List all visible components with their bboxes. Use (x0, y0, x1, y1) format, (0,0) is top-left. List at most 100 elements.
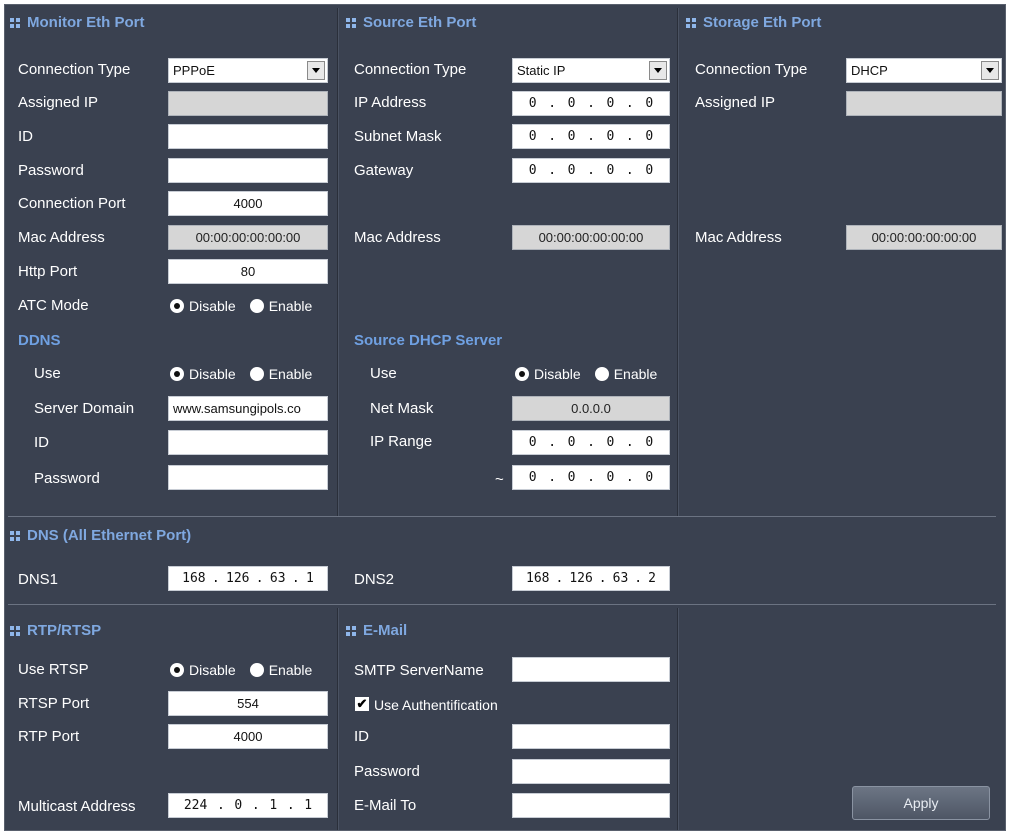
radio-icon[interactable] (249, 367, 264, 381)
source-eth-port-title: Source Eth Port (346, 14, 476, 31)
section-bullet-icon (686, 17, 696, 28)
rtsp-disable-option[interactable]: Disable (170, 662, 236, 678)
dhcp-ip-range-start-input[interactable]: 0.0.0.0 (512, 430, 670, 455)
rtsp-port-label: RTSP Port (18, 695, 90, 712)
use-authentication-label: Use Authentification (374, 697, 498, 713)
chevron-down-icon[interactable] (307, 61, 325, 80)
ddns-server-domain-label: Server Domain (34, 400, 135, 417)
chevron-down-icon[interactable] (981, 61, 999, 80)
storage-assigned-ip-field (846, 91, 1002, 116)
radio-icon[interactable] (594, 367, 609, 381)
section-bullet-icon (346, 17, 356, 28)
monitor-password-input[interactable] (168, 158, 328, 183)
monitor-connection-port-input[interactable]: 4000 (168, 191, 328, 216)
source-subnet-mask-label: Subnet Mask (354, 128, 442, 145)
apply-button[interactable]: Apply (852, 786, 990, 820)
rtsp-enable-option[interactable]: Enable (249, 662, 312, 678)
monitor-connection-type-select[interactable]: PPPoE (168, 58, 328, 83)
multicast-address-input[interactable]: 224. 0. 1. 1 (168, 793, 328, 818)
section-bullet-icon (10, 17, 20, 28)
radio-icon[interactable] (249, 663, 264, 677)
monitor-http-port-label: Http Port (18, 263, 78, 280)
monitor-mac-address-field: 00:00:00:00:00:00 (168, 225, 328, 250)
source-connection-type-label: Connection Type (354, 61, 467, 78)
monitor-assigned-ip-field (168, 91, 328, 116)
dhcp-ip-range-separator: ~ (495, 471, 504, 488)
use-rtsp-label: Use RTSP (18, 661, 89, 678)
storage-connection-type-select[interactable]: DHCP (846, 58, 1002, 83)
monitor-assigned-ip-label: Assigned IP (18, 94, 99, 111)
column-divider-3 (337, 608, 338, 830)
ddns-id-input[interactable] (168, 430, 328, 455)
ddns-password-input[interactable] (168, 465, 328, 490)
atc-mode-label: ATC Mode (18, 297, 89, 314)
dns1-label: DNS1 (18, 571, 59, 588)
ddns-id-label: ID (34, 434, 49, 451)
multicast-address-label: Multicast Address (18, 798, 136, 815)
dhcp-net-mask-field: 0.0.0.0 (512, 396, 670, 421)
monitor-eth-port-title: Monitor Eth Port (10, 14, 144, 31)
column-divider-2 (677, 8, 678, 516)
storage-connection-type-label: Connection Type (695, 61, 808, 78)
section-bullet-icon (10, 625, 20, 636)
rtp-port-label: RTP Port (18, 728, 80, 745)
dhcp-ip-range-label: IP Range (370, 433, 433, 450)
ddns-disable-option[interactable]: Disable (170, 366, 236, 382)
source-gateway-input[interactable]: 0.0.0.0 (512, 158, 670, 183)
email-id-input[interactable] (512, 724, 670, 749)
dhcp-disable-option[interactable]: Disable (515, 366, 581, 382)
radio-selected-icon[interactable] (170, 663, 184, 677)
email-to-label: E-Mail To (354, 797, 417, 814)
column-divider-1 (337, 8, 338, 516)
source-subnet-mask-input[interactable]: 0.0.0.0 (512, 124, 670, 149)
source-gateway-label: Gateway (354, 162, 414, 179)
atc-mode-disable-option[interactable]: Disable (170, 298, 236, 314)
monitor-id-input[interactable] (168, 124, 328, 149)
dhcp-ip-range-end-input[interactable]: 0.0.0.0 (512, 465, 670, 490)
use-authentication-checkbox[interactable]: ✔ (355, 697, 369, 711)
section-bullet-icon (346, 625, 356, 636)
source-ip-address-input[interactable]: 0.0.0.0 (512, 91, 670, 116)
dns1-input[interactable]: 168. 126. 63. 1 (168, 566, 328, 591)
ddns-enable-option[interactable]: Enable (249, 366, 312, 382)
ddns-use-radio-group: Disable Enable (170, 366, 326, 382)
dns2-input[interactable]: 168. 126. 63. 2 (512, 566, 670, 591)
source-mac-address-label: Mac Address (354, 229, 441, 246)
monitor-connection-type-label: Connection Type (18, 61, 131, 78)
section-divider-rtp (8, 604, 996, 605)
monitor-id-label: ID (18, 128, 33, 145)
storage-mac-address-field: 00:00:00:00:00:00 (846, 225, 1002, 250)
network-settings-panel (4, 4, 1006, 831)
source-ip-address-label: IP Address (354, 94, 427, 111)
rtsp-port-input[interactable]: 554 (168, 691, 328, 716)
dhcp-enable-option[interactable]: Enable (594, 366, 657, 382)
monitor-connection-port-label: Connection Port (18, 195, 126, 212)
email-to-input[interactable] (512, 793, 670, 818)
smtp-server-name-input[interactable] (512, 657, 670, 682)
email-title: E-Mail (346, 622, 407, 639)
radio-selected-icon[interactable] (515, 367, 529, 381)
chevron-down-icon[interactable] (649, 61, 667, 80)
rtp-port-input[interactable]: 4000 (168, 724, 328, 749)
ddns-use-label: Use (34, 365, 61, 382)
email-password-input[interactable] (512, 759, 670, 784)
source-connection-type-select[interactable]: Static IP (512, 58, 670, 83)
dhcp-net-mask-label: Net Mask (370, 400, 434, 417)
ddns-server-domain-input[interactable]: www.samsungipols.co (168, 396, 328, 421)
monitor-http-port-input[interactable]: 80 (168, 259, 328, 284)
atc-mode-enable-option[interactable]: Enable (249, 298, 312, 314)
dhcp-use-label: Use (370, 365, 397, 382)
column-divider-4 (677, 608, 678, 830)
email-password-label: Password (354, 763, 420, 780)
source-dhcp-server-title: Source DHCP Server (354, 332, 503, 349)
radio-icon[interactable] (249, 299, 264, 313)
dns2-label: DNS2 (354, 571, 395, 588)
radio-selected-icon[interactable] (170, 367, 184, 381)
email-id-label: ID (354, 728, 369, 745)
section-divider-dns (8, 516, 996, 517)
smtp-server-name-label: SMTP ServerName (354, 662, 484, 679)
use-rtsp-radio-group: Disable Enable (170, 662, 326, 678)
radio-selected-icon[interactable] (170, 299, 184, 313)
monitor-mac-address-label: Mac Address (18, 229, 105, 246)
storage-mac-address-label: Mac Address (695, 229, 782, 246)
